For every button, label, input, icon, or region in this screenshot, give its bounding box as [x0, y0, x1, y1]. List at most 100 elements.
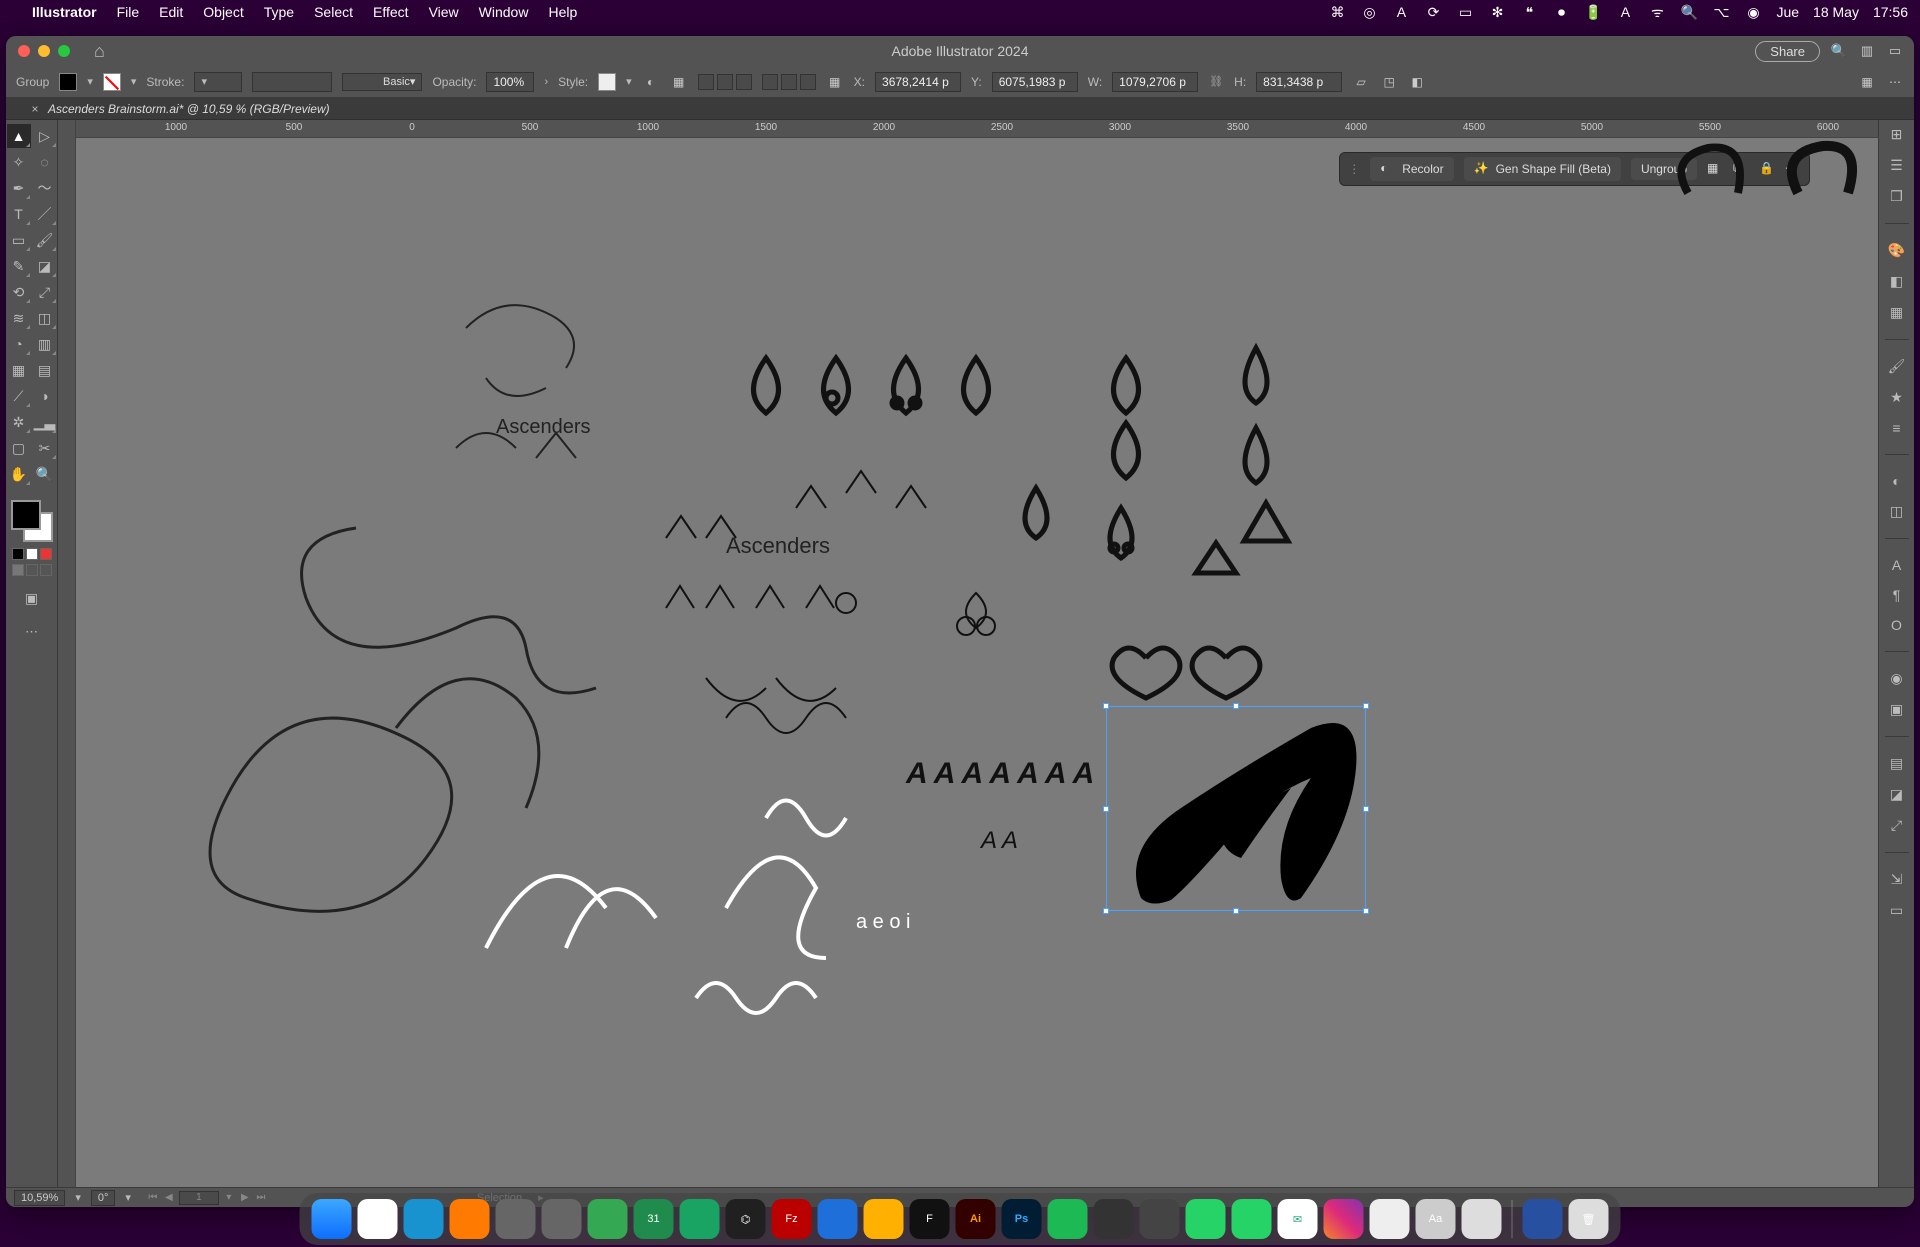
siri-icon[interactable]: ◉ — [1744, 3, 1762, 21]
dock-preview[interactable] — [1462, 1199, 1502, 1239]
swatches-panel-icon[interactable]: ▦ — [1890, 304, 1903, 321]
scale-tool[interactable]: ⤢ — [33, 280, 57, 304]
align-vcenter-icon[interactable] — [781, 74, 797, 90]
asset-export-panel-icon[interactable]: ⇲ — [1891, 871, 1903, 888]
menu-select[interactable]: Select — [314, 4, 353, 20]
dock-app-2[interactable] — [542, 1199, 582, 1239]
menu-help[interactable]: Help — [548, 4, 577, 20]
dock-calendar[interactable]: 31 — [634, 1199, 674, 1239]
menu-edit[interactable]: Edit — [159, 4, 183, 20]
handle-bot-mid[interactable] — [1233, 908, 1239, 914]
menu-type[interactable]: Type — [264, 4, 294, 20]
prev-artboard-button[interactable]: ◀ — [163, 1191, 175, 1205]
dock-folder[interactable] — [1523, 1199, 1563, 1239]
transparency-panel-icon[interactable]: ◫ — [1890, 503, 1903, 520]
character-panel-icon[interactable]: A — [1892, 557, 1901, 573]
transform-panel-icon[interactable]: ▦ — [826, 73, 844, 91]
stroke-panel-icon[interactable]: ≡ — [1892, 420, 1900, 436]
handle-bot-left[interactable] — [1103, 908, 1109, 914]
app-name[interactable]: Illustrator — [32, 4, 97, 20]
dock-fontbook[interactable]: Aa — [1416, 1199, 1456, 1239]
width-tool[interactable]: ≋ — [7, 306, 31, 330]
shear-icon[interactable]: ▱ — [1352, 73, 1370, 91]
settings-icon[interactable]: ✻ — [1488, 3, 1506, 21]
shaper-tool[interactable]: ✎ — [7, 254, 31, 278]
document-tab[interactable]: Ascenders Brainstorm.ai* @ 10,59 % (RGB/… — [48, 102, 330, 116]
mesh-tool[interactable]: ▦ — [7, 358, 31, 382]
x-field[interactable]: 3678,2414 p — [875, 72, 961, 92]
dock-app-4[interactable] — [864, 1199, 904, 1239]
dock-whatsapp[interactable] — [1186, 1199, 1226, 1239]
handle-bot-right[interactable] — [1363, 908, 1369, 914]
raindrop-icon[interactable]: ❝ — [1520, 3, 1538, 21]
brush-def-field[interactable] — [252, 72, 332, 92]
opacity-flyout[interactable]: › — [544, 76, 548, 88]
share-button[interactable]: Share — [1755, 41, 1820, 62]
dock-photoshop[interactable]: Ps — [1002, 1199, 1042, 1239]
dock-app-6[interactable] — [1370, 1199, 1410, 1239]
dock-app-3[interactable] — [680, 1199, 720, 1239]
search-icon[interactable]: 🔍 — [1830, 42, 1848, 60]
layers-panel-icon[interactable]: ☰ — [1890, 157, 1903, 174]
dock-spotify[interactable] — [1048, 1199, 1088, 1239]
dock-firefox[interactable] — [450, 1199, 490, 1239]
stroke-profile[interactable]: Basic ▾ — [342, 73, 422, 91]
selection-tool[interactable]: ▲ — [7, 124, 31, 148]
minimize-window-button[interactable] — [38, 45, 50, 57]
symbols-panel-icon[interactable]: ★ — [1890, 389, 1903, 406]
edit-toolbar-button[interactable]: ⋯ — [25, 624, 38, 640]
dock-edge[interactable] — [404, 1199, 444, 1239]
align-pixel-grid-icon[interactable]: ▦ — [1858, 73, 1876, 91]
fill-color-box[interactable] — [11, 500, 41, 530]
properties-panel-icon[interactable]: ⊞ — [1891, 126, 1903, 143]
battery-icon[interactable]: 🔋 — [1584, 3, 1602, 21]
curvature-tool[interactable]: ～ — [33, 176, 57, 200]
pen-tool[interactable]: ✒ — [7, 176, 31, 200]
sync-icon[interactable]: ⟳ — [1424, 3, 1442, 21]
recolor-small-icon[interactable]: ◐ — [642, 73, 660, 91]
perspective-tool[interactable]: ▥ — [33, 332, 57, 356]
transform-panel-icon[interactable]: ⤢ — [1891, 817, 1902, 834]
symbol-sprayer-tool[interactable]: ✲ — [7, 410, 31, 434]
graphic-styles-panel-icon[interactable]: ▣ — [1890, 701, 1903, 718]
recolor-button[interactable]: ◐Recolor — [1370, 157, 1453, 181]
handle-top-right[interactable] — [1363, 703, 1369, 709]
appearance-panel-icon[interactable]: ◉ — [1890, 670, 1902, 687]
color-mode-gradient[interactable] — [26, 548, 38, 560]
spotlight-icon[interactable]: 🔍 — [1680, 3, 1698, 21]
last-artboard-button[interactable]: ⏭ — [255, 1191, 267, 1205]
fill-swatch[interactable] — [59, 73, 77, 91]
typekit-icon[interactable]: A — [1392, 3, 1410, 21]
home-icon[interactable]: ⌂ — [94, 41, 105, 62]
opentype-panel-icon[interactable]: O — [1891, 617, 1902, 633]
dock-trash[interactable]: 🗑 — [1569, 1199, 1609, 1239]
control-center-icon[interactable]: ⌥ — [1712, 3, 1730, 21]
artboard-number[interactable]: 1 — [179, 1191, 219, 1205]
artboard-tool[interactable]: ▢ — [7, 436, 31, 460]
slice-tool[interactable]: ✂ — [33, 436, 57, 460]
dock-app-5[interactable] — [1094, 1199, 1134, 1239]
color-mode-none[interactable] — [40, 548, 52, 560]
magic-wand-tool[interactable]: ✧ — [7, 150, 31, 174]
align-panel-icon[interactable]: ▤ — [1890, 755, 1903, 772]
direct-selection-tool[interactable]: ▷ — [33, 124, 57, 148]
handle-mid-right[interactable] — [1363, 806, 1369, 812]
handle-top-mid[interactable] — [1233, 703, 1239, 709]
align-left-icon[interactable] — [698, 74, 714, 90]
menu-object[interactable]: Object — [203, 4, 243, 20]
color-mode-solid[interactable] — [12, 548, 24, 560]
h-field[interactable]: 831,3438 p — [1256, 72, 1342, 92]
w-field[interactable]: 1079,2706 p — [1112, 72, 1198, 92]
y-field[interactable]: 6075,1983 p — [992, 72, 1078, 92]
menu-view[interactable]: View — [429, 4, 459, 20]
draw-normal-icon[interactable] — [12, 564, 24, 576]
ctx-drag-handle[interactable]: ⋮ — [1348, 162, 1360, 176]
pathfinder-panel-icon[interactable]: ◪ — [1890, 786, 1903, 803]
type-tool[interactable]: T — [7, 202, 31, 226]
hand-tool[interactable]: ✋ — [7, 462, 31, 486]
gradient-tool[interactable]: ▤ — [33, 358, 57, 382]
next-artboard-button[interactable]: ▶ — [239, 1191, 251, 1205]
align-hcenter-icon[interactable] — [717, 74, 733, 90]
graph-tool[interactable]: ▁▃ — [33, 410, 57, 434]
dock-whatsapp-2[interactable] — [1232, 1199, 1272, 1239]
